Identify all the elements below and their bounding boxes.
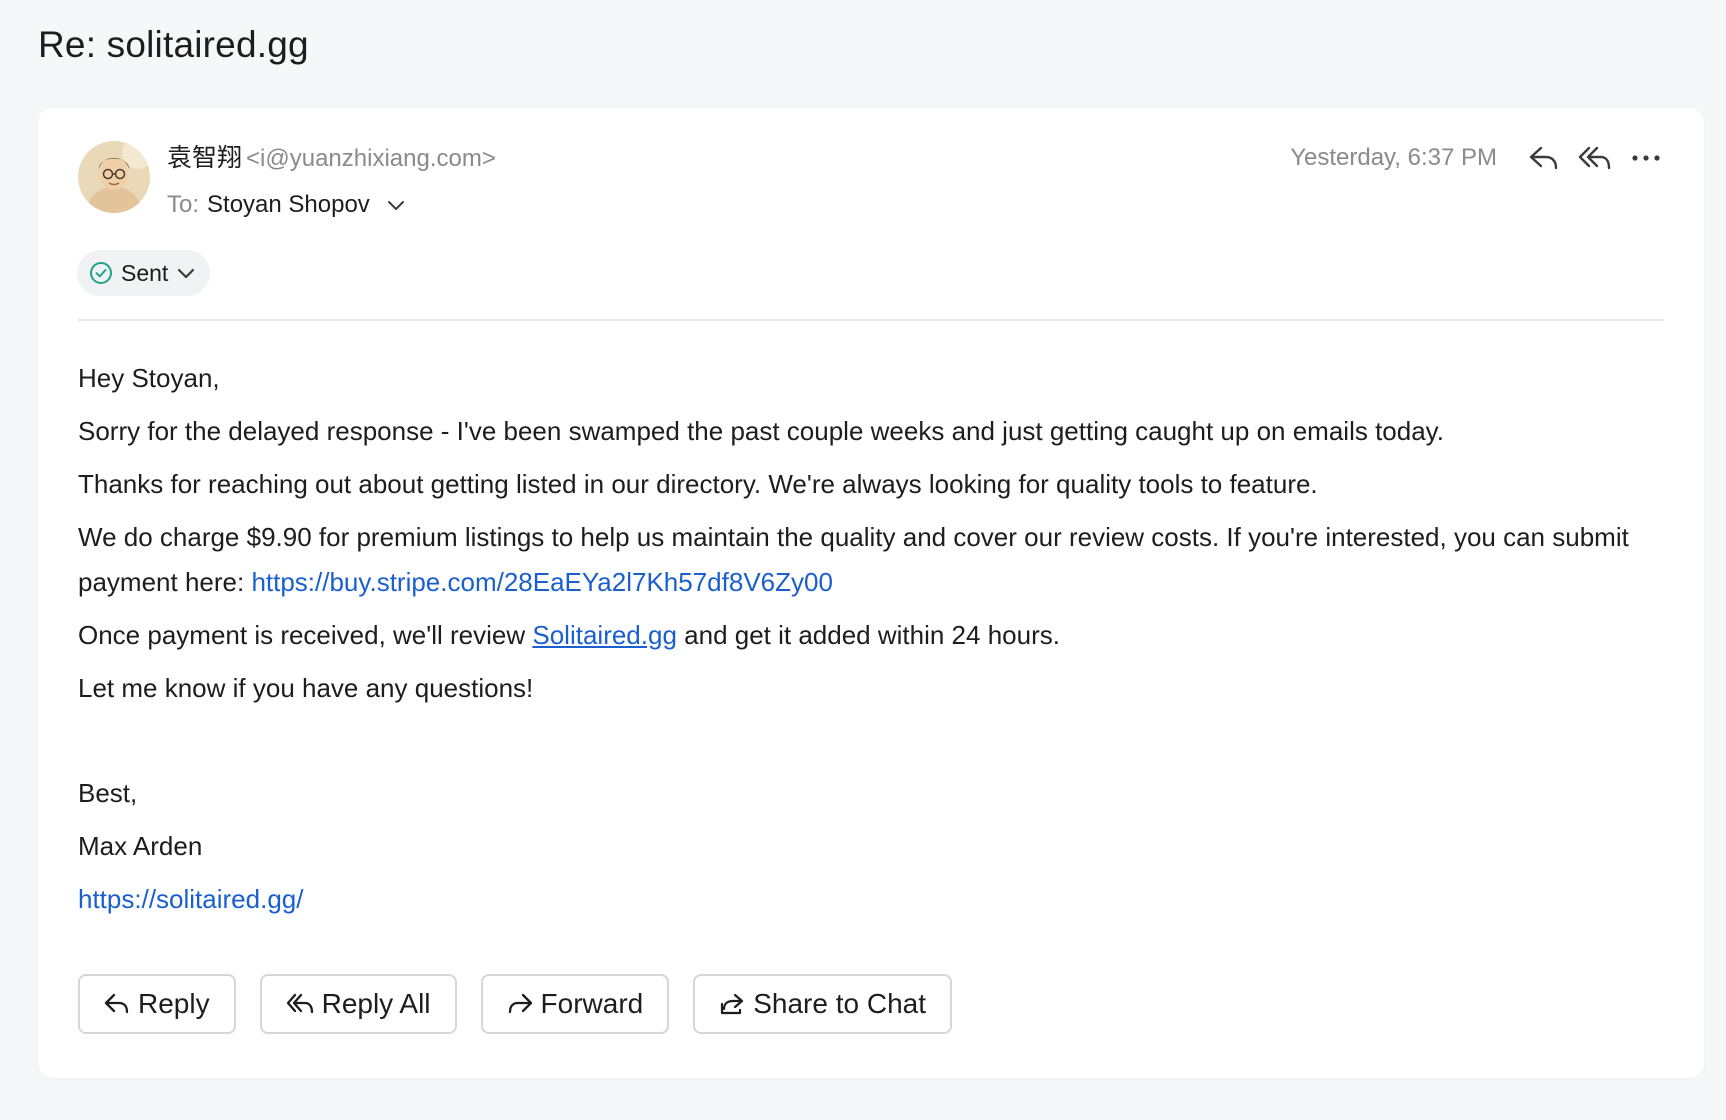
- reply-icon[interactable]: [1522, 138, 1566, 178]
- status-label: Sent: [121, 259, 169, 286]
- reply-all-icon: [286, 993, 313, 1014]
- paragraph: Thanks for reaching out about getting li…: [78, 469, 1318, 499]
- share-icon: [721, 993, 744, 1015]
- sender-email: <i@yuanzhixiang.com>: [246, 145, 496, 172]
- reply-button[interactable]: Reply: [78, 974, 236, 1034]
- email-card: 袁智翔 <i@yuanzhixiang.com> To: Stoyan Shopo…: [38, 108, 1704, 1078]
- timestamp: Yesterday, 6:37 PM: [1290, 144, 1497, 171]
- share-to-chat-button[interactable]: Share to Chat: [693, 974, 953, 1034]
- greeting: Hey Stoyan,: [78, 363, 220, 393]
- header-meta: Yesterday, 6:37 PM: [1290, 138, 1668, 178]
- paragraph: Sorry for the delayed response - I've be…: [78, 416, 1444, 446]
- reply-all-button[interactable]: Reply All: [259, 974, 457, 1034]
- paragraph-text: and get it added within 24 hours.: [676, 620, 1060, 650]
- sender[interactable]: 袁智翔 <i@yuanzhixiang.com>: [167, 138, 496, 174]
- divider: [78, 319, 1664, 321]
- message-body: Hey Stoyan, Sorry for the delayed respon…: [78, 356, 1678, 930]
- avatar[interactable]: [78, 141, 150, 213]
- recipients: To: Stoyan Shopov: [167, 191, 406, 219]
- to-label: To:: [167, 191, 200, 218]
- sender-name: 袁智翔: [167, 143, 243, 172]
- forward-label: Forward: [540, 988, 644, 1019]
- paragraph: Once payment is received, we'll review S…: [78, 613, 1678, 658]
- forward-button[interactable]: Forward: [480, 974, 670, 1034]
- paragraph: Let me know if you have any questions!: [78, 673, 534, 703]
- reply-all-label: Reply All: [321, 988, 431, 1019]
- check-circle-icon: [89, 261, 113, 285]
- paragraph-text: Once payment is received, we'll review: [78, 620, 533, 650]
- reply-all-icon[interactable]: [1573, 138, 1617, 178]
- chevron-down-icon[interactable]: [386, 198, 406, 212]
- signature-name: Max Arden: [78, 831, 203, 861]
- signature-link[interactable]: https://solitaired.gg/: [78, 884, 303, 914]
- payment-link[interactable]: https://buy.stripe.com/28EaEYa2l7Kh57df8…: [251, 567, 833, 597]
- forward-icon: [508, 993, 532, 1014]
- signature: Best, Max Arden https://solitaired.gg/: [78, 771, 1678, 922]
- more-icon[interactable]: [1624, 138, 1668, 178]
- site-link[interactable]: Solitaired.gg: [532, 620, 677, 650]
- reply-icon: [104, 993, 129, 1014]
- paragraph: We do charge $9.90 for premium listings …: [78, 515, 1678, 605]
- chevron-down-icon: [176, 266, 196, 280]
- action-bar: Reply Reply All Forward Share to Chat: [78, 974, 976, 1034]
- reply-label: Reply: [138, 988, 210, 1019]
- email-subject: Re: solitaired.gg: [38, 24, 309, 65]
- status-badge[interactable]: Sent: [77, 250, 211, 296]
- share-label: Share to Chat: [753, 988, 927, 1019]
- sign-off: Best,: [78, 778, 138, 808]
- to-name[interactable]: Stoyan Shopov: [207, 191, 370, 219]
